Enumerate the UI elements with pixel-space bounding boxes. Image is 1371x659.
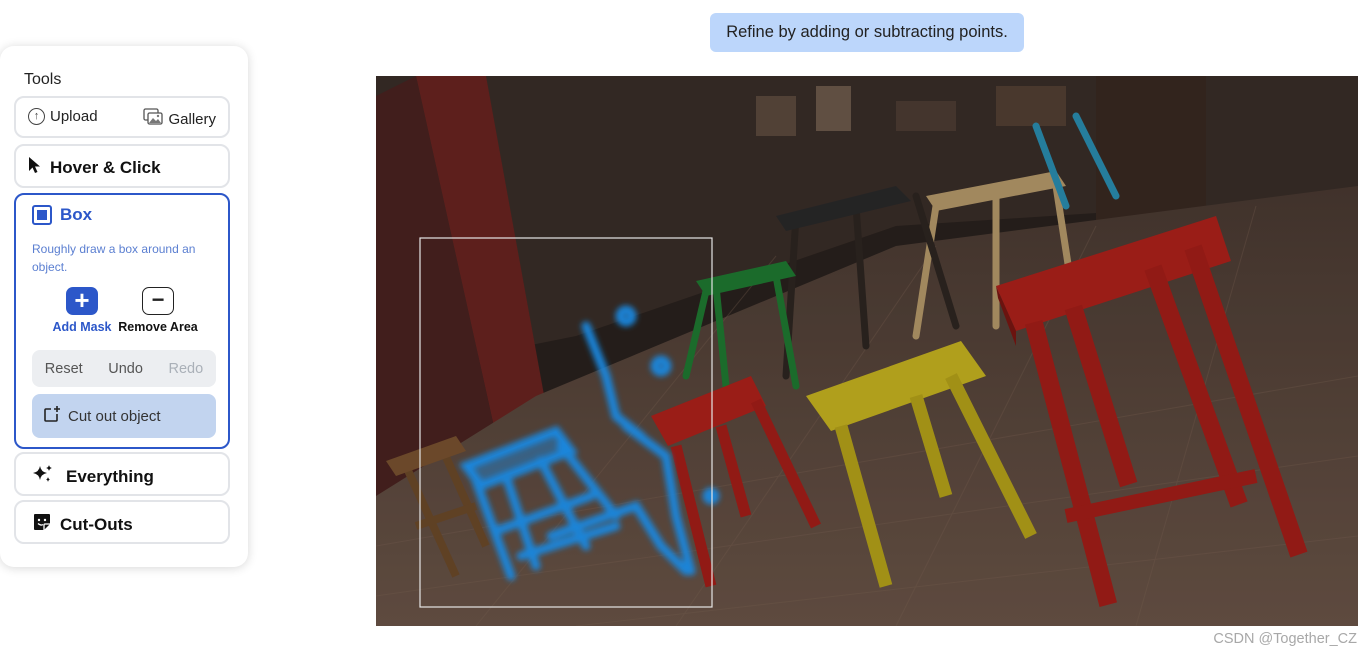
redo-button[interactable]: Redo [169, 361, 204, 377]
minus-icon: − [142, 287, 174, 315]
scene-image [376, 76, 1358, 626]
cut-outs-mode[interactable]: Cut-Outs [14, 500, 230, 544]
remove-area-button[interactable]: − Remove Area [117, 287, 199, 334]
everything-mode[interactable]: Everything [14, 452, 230, 496]
box-description: Roughly draw a box around an object. [32, 242, 196, 274]
tools-panel: Tools ↑ Upload Gallery Hover & Click Box… [0, 46, 248, 567]
gallery-label: Gallery [168, 110, 216, 128]
cut-out-icon [43, 405, 61, 427]
cursor-icon [28, 156, 42, 179]
upload-button[interactable]: ↑ Upload [28, 108, 98, 125]
remove-area-label: Remove Area [118, 320, 198, 334]
add-mask-label: Add Mask [52, 320, 112, 334]
reset-undo-redo-bar: Reset Undo Redo [32, 350, 216, 387]
refine-tooltip: Refine by adding or subtracting points. [710, 13, 1024, 52]
upload-label: Upload [50, 108, 98, 125]
sparkles-icon [32, 464, 54, 489]
sticker-icon [32, 512, 52, 537]
tools-title: Tools [24, 71, 62, 88]
box-mode[interactable]: Box Roughly draw a box around an object.… [14, 193, 230, 449]
reset-button[interactable]: Reset [45, 361, 83, 377]
upload-icon: ↑ [28, 108, 45, 125]
watermark: CSDN @Together_CZ [1213, 631, 1357, 647]
box-label: Box [60, 205, 93, 224]
hover-click-mode[interactable]: Hover & Click [14, 144, 230, 188]
box-icon [32, 205, 52, 225]
cut-out-object-button[interactable]: Cut out object [32, 394, 216, 438]
undo-button[interactable]: Undo [108, 361, 143, 377]
add-mask-button[interactable]: + Add Mask [51, 287, 113, 334]
upload-gallery-row: ↑ Upload Gallery [14, 96, 230, 138]
plus-icon: + [66, 287, 98, 315]
cut-outs-label: Cut-Outs [60, 514, 133, 534]
hover-click-label: Hover & Click [50, 157, 161, 177]
image-canvas[interactable] [376, 76, 1358, 626]
cut-out-label: Cut out object [68, 407, 161, 425]
gallery-icon [143, 108, 164, 130]
everything-label: Everything [66, 466, 154, 486]
gallery-button[interactable]: Gallery [143, 108, 216, 130]
